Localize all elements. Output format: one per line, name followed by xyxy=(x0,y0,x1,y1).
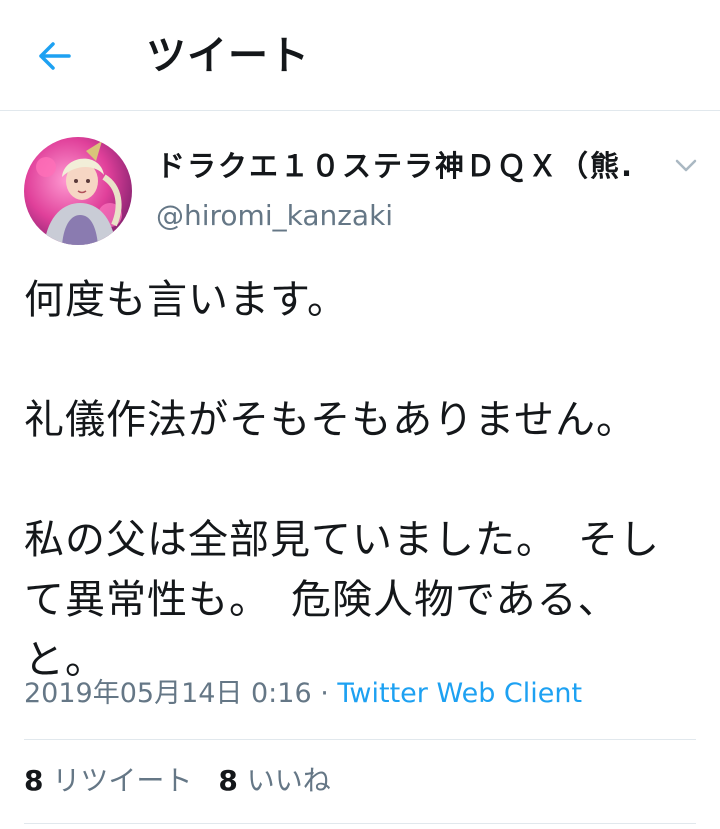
tweet-text: 何度も言います。 礼儀作法がそもそもありません。 私の父は全部見ていました。 そ… xyxy=(24,277,660,683)
avatar-image xyxy=(24,137,132,245)
tweet-client-link[interactable]: Twitter Web Client xyxy=(337,678,582,709)
top-bar: ツイート xyxy=(0,0,720,111)
retweets-stat[interactable]: 8 リツイート xyxy=(24,764,192,797)
tweet-stats: 8 リツイート 8 いいね xyxy=(24,760,331,802)
tweet-menu-button[interactable] xyxy=(668,152,704,180)
retweet-count: 8 xyxy=(24,764,44,797)
page-title: ツイート xyxy=(146,33,310,79)
divider xyxy=(24,823,696,824)
likes-stat[interactable]: 8 いいね xyxy=(218,764,330,797)
chevron-down-icon xyxy=(675,159,697,172)
author-display-name[interactable]: ドラクエ１０ステラ神ＤＱＸ（熊... xyxy=(156,144,636,188)
arrow-left-icon xyxy=(39,42,71,70)
retweet-label: リツイート xyxy=(52,764,193,797)
avatar[interactable] xyxy=(24,137,132,245)
like-label: いいね xyxy=(246,764,331,797)
like-count: 8 xyxy=(218,764,238,797)
tweet-timestamp: 2019年05月14日 0:16 xyxy=(24,678,312,709)
back-button[interactable] xyxy=(30,36,78,76)
divider xyxy=(24,739,696,740)
author-handle[interactable]: @hiromi_kanzaki xyxy=(156,196,393,236)
meta-separator: · xyxy=(311,678,338,709)
tweet-meta: 2019年05月14日 0:16 · Twitter Web Client xyxy=(24,674,582,714)
